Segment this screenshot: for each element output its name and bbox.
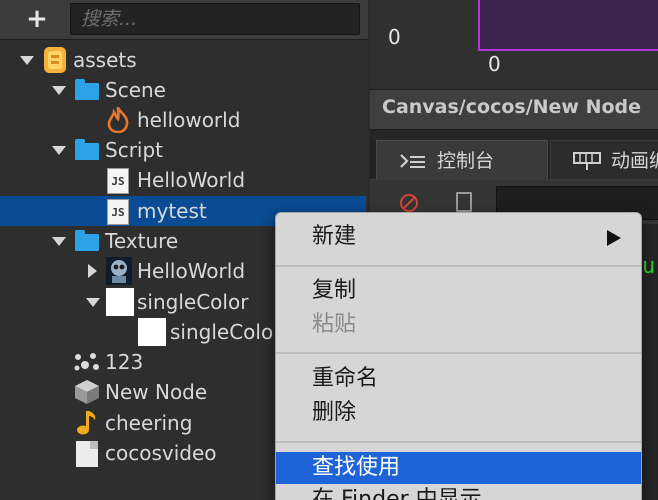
sprite-frame-icon (138, 318, 166, 346)
sprite-icon (106, 257, 132, 285)
tree-item-label: mytest (137, 199, 207, 223)
submenu-arrow-icon (607, 230, 621, 246)
music-note-icon (77, 411, 96, 435)
tab-label: 控制台 (437, 150, 495, 172)
tree-item-label: Scene (105, 78, 166, 102)
menu-item-label: 粘贴 (312, 312, 357, 337)
expand-arrow-icon[interactable] (52, 146, 66, 155)
tree-item-label: assets (73, 48, 137, 72)
tree-item-label: Texture (105, 229, 179, 253)
menu-item-label: 新建 (312, 224, 357, 249)
x-axis-zero-label: 0 (488, 52, 501, 76)
expand-arrow-icon[interactable] (52, 86, 66, 95)
tree-item-label: HelloWorld (137, 168, 246, 192)
expand-arrow-icon[interactable] (20, 56, 34, 65)
y-axis-zero-label: 0 (388, 25, 401, 49)
expand-arrow-icon[interactable] (86, 298, 100, 307)
menu-item-rename[interactable]: 重命名 (276, 363, 641, 395)
tree-item-label: cocosvideo (105, 441, 217, 465)
node-path-bar: Canvas/cocos/New Node (370, 90, 658, 130)
tree-item-label: helloworld (137, 108, 241, 132)
js-icon: JS (107, 199, 129, 225)
document-icon (76, 441, 98, 467)
tree-item-label: singleColor (137, 290, 249, 314)
add-asset-button[interactable]: + (22, 4, 52, 34)
clear-icon[interactable] (400, 194, 418, 212)
js-icon: JS (107, 168, 129, 194)
menu-item-new[interactable]: 新建 (276, 221, 641, 253)
menu-item-find-usage[interactable]: 查找使用 (276, 452, 641, 484)
context-menu: 新建 复制 粘贴 重命名 删除 查找使用 在 Finder 中显示 (275, 212, 642, 500)
tree-item-label: singleColor (170, 320, 282, 344)
tree-item-label: 123 (105, 350, 144, 374)
tab-animation-editor[interactable]: 动画编 (550, 140, 658, 180)
canvas-bounds (478, 0, 658, 51)
menu-item-label: 查找使用 (312, 455, 401, 480)
menu-item-label: 重命名 (312, 366, 379, 391)
menu-item-label: 删除 (312, 400, 357, 425)
console-log-text: ur (642, 254, 658, 279)
cube-icon (75, 380, 99, 404)
flame-icon (107, 107, 129, 133)
tree-item-assets[interactable]: assets (0, 45, 366, 75)
tree-item-label: cheering (105, 411, 193, 435)
panel-tab-bar: 控制台 动画编 (370, 140, 658, 180)
database-icon (44, 47, 66, 73)
tree-item-script-folder[interactable]: Script (0, 135, 366, 165)
menu-item-label: 在 Finder 中显示 (312, 487, 482, 500)
menu-item-show-in-finder[interactable]: 在 Finder 中显示 (276, 484, 641, 500)
assets-toolbar: + (0, 0, 368, 40)
scene-view[interactable]: 0 0 (370, 0, 658, 90)
menu-separator (276, 352, 641, 354)
folder-icon (75, 79, 99, 100)
folder-icon (75, 230, 99, 251)
tree-item-scene-folder[interactable]: Scene (0, 75, 366, 105)
folder-icon (75, 139, 99, 160)
tree-item-label: Script (105, 138, 164, 162)
menu-item-copy[interactable]: 复制 (276, 275, 641, 307)
node-path-breadcrumb: Canvas/cocos/New Node (382, 96, 642, 118)
timeline-icon (573, 152, 601, 170)
collapse-arrow-icon[interactable] (88, 264, 97, 278)
menu-item-delete[interactable]: 删除 (276, 397, 641, 429)
expand-arrow-icon[interactable] (52, 237, 66, 246)
menu-item-paste: 粘贴 (276, 309, 641, 341)
tree-item-helloworld-script[interactable]: JS HelloWorld (0, 165, 366, 195)
search-input[interactable] (70, 3, 360, 35)
file-icon[interactable] (456, 192, 472, 212)
tree-item-label: HelloWorld (137, 259, 246, 283)
tab-label: 动画编 (611, 150, 658, 172)
console-icon (400, 154, 425, 168)
tree-item-label: New Node (105, 380, 208, 404)
tab-console[interactable]: 控制台 (376, 140, 548, 180)
menu-item-label: 复制 (312, 278, 357, 303)
particle-icon (74, 353, 99, 371)
tree-item-helloworld-scene[interactable]: helloworld (0, 105, 366, 135)
menu-separator (276, 265, 641, 267)
texture-thumbnail-icon (106, 288, 134, 316)
menu-separator (276, 441, 641, 443)
